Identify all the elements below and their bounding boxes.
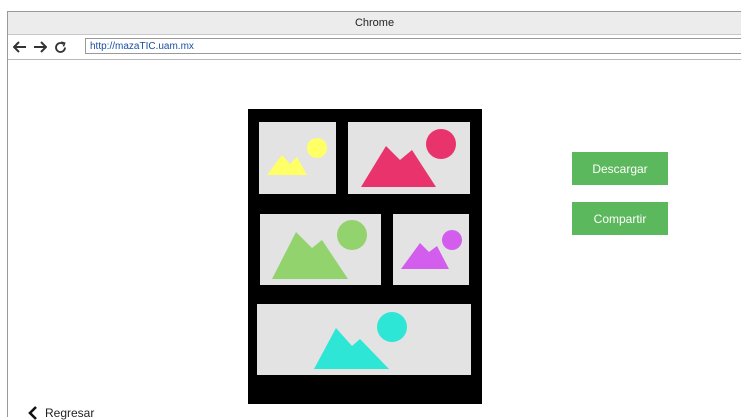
arrow-right-icon xyxy=(34,41,47,53)
forward-button[interactable] xyxy=(31,38,49,56)
download-button[interactable]: Descargar xyxy=(572,152,668,185)
arrow-left-icon xyxy=(13,41,26,53)
chevron-left-icon xyxy=(28,406,37,420)
back-label: Regresar xyxy=(45,406,95,420)
comic-collage xyxy=(248,109,482,404)
back-button[interactable] xyxy=(11,38,29,56)
collage-panel[interactable] xyxy=(393,214,469,285)
page-content: Descargar Compartir Regresar xyxy=(8,60,741,420)
collage-panel[interactable] xyxy=(348,122,470,194)
collage-panel[interactable] xyxy=(257,304,471,375)
image-placeholder-icon xyxy=(314,312,407,369)
image-placeholder-icon xyxy=(272,220,367,279)
window-title: Chrome xyxy=(8,12,741,35)
reload-icon xyxy=(54,40,66,53)
collage-panel[interactable] xyxy=(259,122,336,194)
collage-panel[interactable] xyxy=(260,214,381,285)
share-button[interactable]: Compartir xyxy=(572,202,668,235)
address-bar[interactable]: http://mazaTIC.uam.mx xyxy=(85,38,741,54)
image-placeholder-icon xyxy=(401,230,462,269)
browser-toolbar: http://mazaTIC.uam.mx xyxy=(8,35,741,60)
back-link[interactable]: Regresar xyxy=(27,406,94,420)
reload-button[interactable] xyxy=(51,38,69,56)
image-placeholder-icon xyxy=(361,129,456,187)
image-placeholder-icon xyxy=(267,138,327,175)
browser-window: Chrome http://mazaTIC.uam.mx Descargar C… xyxy=(7,11,741,420)
